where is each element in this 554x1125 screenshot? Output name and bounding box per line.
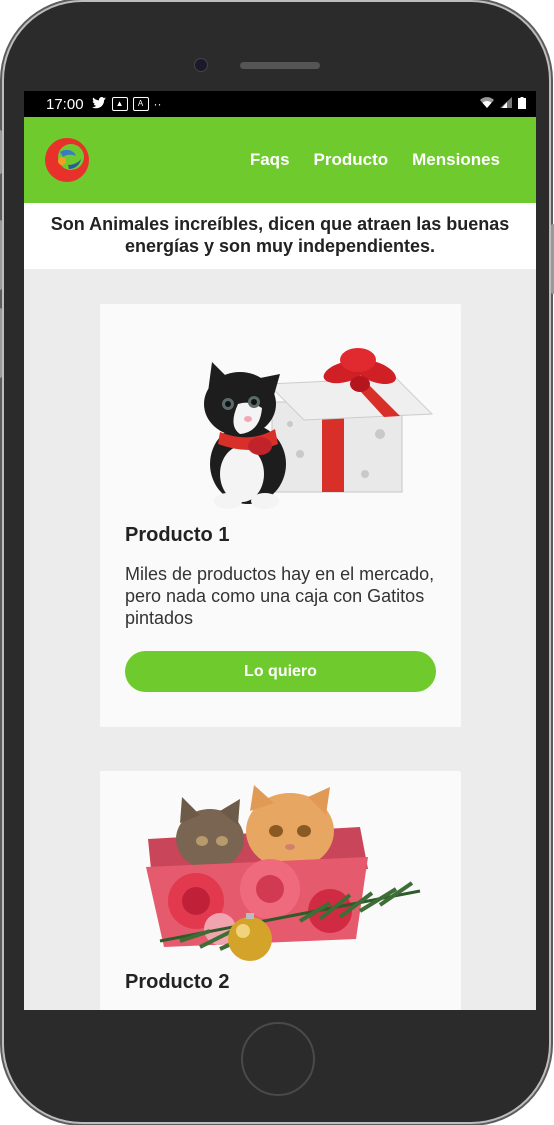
top-nav: Faqs Producto Mensiones [24, 117, 536, 203]
signal-icon [500, 96, 512, 112]
twitter-icon [91, 96, 106, 112]
image-icon: ▲ [111, 97, 128, 111]
nav-link-faqs[interactable]: Faqs [250, 150, 290, 170]
battery-icon [518, 96, 526, 112]
nav-link-mensiones[interactable]: Mensiones [412, 150, 500, 170]
wifi-icon [480, 96, 494, 112]
more-icon: ·· [153, 97, 162, 111]
nav-links: Faqs Producto Mensiones [250, 150, 500, 170]
brand-logo[interactable] [38, 135, 96, 185]
product-title: Producto 2 [125, 971, 230, 993]
product-description: Miles de productos hay en el mercado, pe… [125, 564, 435, 628]
status-bar: 17:00 ▲ A ·· [24, 91, 536, 117]
nav-link-producto[interactable]: Producto [314, 150, 389, 170]
side-button [0, 130, 2, 174]
volume-up-button [0, 220, 2, 290]
earpiece-speaker [240, 62, 320, 69]
volume-down-button [0, 308, 2, 378]
home-button[interactable] [241, 1022, 315, 1096]
kitten-with-gift-box-image [204, 348, 434, 509]
phone-frame: 17:00 ▲ A ·· Faqs Producto Mensiones Son… [0, 2, 554, 1122]
kittens-in-gift-box-image [146, 785, 421, 961]
screen: 17:00 ▲ A ·· Faqs Producto Mensiones Son… [24, 91, 536, 1010]
accessibility-icon: A [132, 97, 149, 111]
front-camera [194, 58, 208, 72]
intro-text: Son Animales increíbles, dicen que atrae… [24, 203, 536, 269]
product-title: Producto 1 [125, 524, 230, 546]
status-time: 17:00 [46, 95, 84, 113]
product-card: Producto 2 [100, 771, 461, 1010]
product-card: Producto 1 Miles de productos hay en el … [100, 304, 461, 727]
lo-quiero-button[interactable]: Lo quiero [125, 651, 436, 692]
